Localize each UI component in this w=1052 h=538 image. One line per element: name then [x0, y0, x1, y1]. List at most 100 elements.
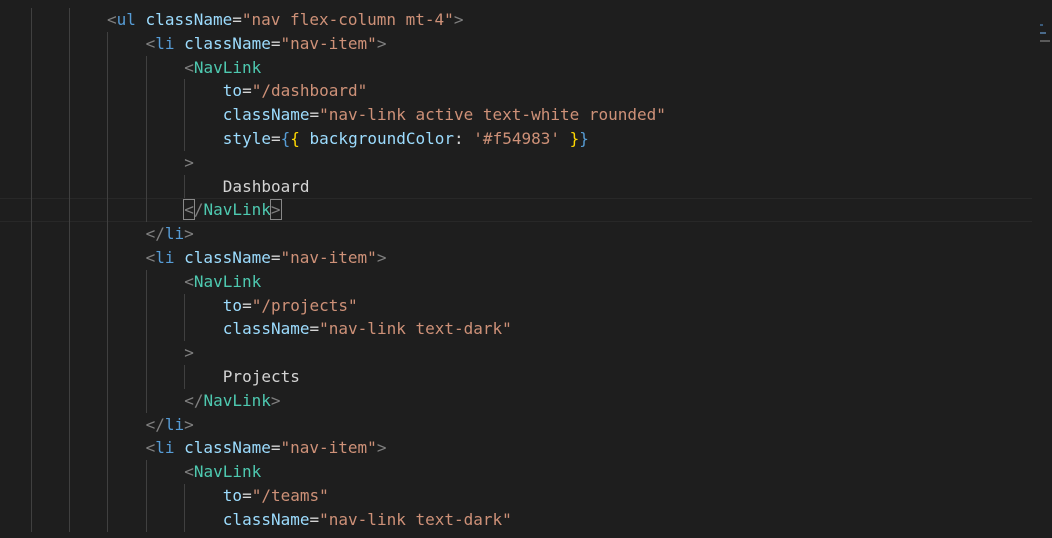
indent-guide: [107, 460, 108, 484]
indent-guide: [69, 341, 70, 365]
indent-guide: [107, 79, 108, 104]
code-line[interactable]: style={{ backgroundColor: '#f54983' }}: [0, 126, 1032, 151]
code-line[interactable]: <NavLink: [0, 269, 1032, 294]
code-line[interactable]: className="nav-link text-dark": [0, 317, 1032, 342]
code-text: Projects: [223, 365, 300, 389]
indent-guide: [107, 55, 108, 80]
code-line[interactable]: <li className="nav-item">: [0, 245, 1032, 270]
indent-guide: [107, 31, 108, 56]
code-line[interactable]: Dashboard: [0, 174, 1032, 199]
code-line[interactable]: to="/dashboard": [0, 79, 1032, 104]
indent-guide: [31, 150, 32, 175]
code-token: '#f54983': [473, 128, 560, 148]
code-token: Projects: [222, 366, 300, 386]
code-line[interactable]: to="/projects": [0, 293, 1032, 318]
code-line[interactable]: </li>: [0, 412, 1032, 437]
code-line[interactable]: className="nav-link active text-white ro…: [0, 103, 1032, 127]
indent-guide: [146, 341, 147, 365]
code-token: =: [232, 10, 242, 29]
code-line[interactable]: <NavLink: [0, 460, 1032, 484]
indent-guide: [146, 293, 147, 318]
code-token: </: [145, 224, 165, 244]
code-token: >: [184, 343, 194, 363]
code-token: =: [242, 295, 252, 315]
indent-guide: [69, 174, 70, 199]
indent-guide: [31, 460, 32, 484]
code-token: className: [222, 319, 310, 339]
code-token: =: [270, 128, 281, 148]
code-line[interactable]: >: [0, 150, 1032, 175]
code-token: className: [184, 247, 271, 267]
code-token: >: [453, 10, 464, 29]
code-line[interactable]: Projects: [0, 364, 1032, 389]
code-editor[interactable]: <ul className="nav flex-column mt-4"> <li…: [0, 0, 1052, 538]
code-token: >: [376, 438, 387, 458]
code-line[interactable]: <li className="nav-item">: [0, 31, 1032, 56]
code-line[interactable]: </NavLink>: [0, 388, 1032, 413]
code-token: li: [155, 438, 175, 458]
indent-guide: [184, 174, 185, 199]
code-token: "nav-link active text-white rounded": [319, 105, 666, 125]
indent-guide: [107, 198, 108, 223]
indent-guide: [69, 507, 70, 532]
code-token: NavLink: [193, 57, 262, 77]
indent-guide: [107, 245, 108, 270]
code-token: >: [376, 247, 387, 267]
indent-guide: [184, 79, 185, 104]
indent-guide: [146, 317, 147, 342]
code-token: "nav-link text-dark": [319, 509, 512, 529]
indent-guide: [146, 55, 147, 80]
code-text: to="/dashboard": [223, 79, 368, 103]
code-text: </NavLink>: [184, 389, 280, 413]
indent-guide: [184, 507, 185, 532]
code-token: to: [222, 295, 243, 315]
code-token: className: [145, 10, 233, 29]
code-token: className: [222, 105, 310, 125]
code-line[interactable]: <li className="nav-item">: [0, 436, 1032, 461]
code-token: className: [222, 509, 310, 529]
code-token: <: [183, 199, 195, 221]
code-line[interactable]: <NavLink: [0, 55, 1032, 80]
code-line[interactable]: to="/teams": [0, 483, 1032, 508]
code-token: "nav-item": [280, 33, 377, 53]
code-line[interactable]: </li>: [0, 222, 1032, 246]
indent-guide: [31, 126, 32, 151]
indent-guide: [31, 388, 32, 413]
code-token: >: [269, 199, 282, 221]
indent-guide: [69, 483, 70, 508]
code-token: </: [184, 390, 204, 410]
overview-ruler[interactable]: [1036, 18, 1050, 48]
ruler-mark: [1040, 40, 1050, 42]
code-line[interactable]: >: [0, 341, 1032, 365]
code-token: >: [376, 33, 387, 53]
indent-guide: [31, 317, 32, 342]
indent-guide: [146, 364, 147, 389]
indent-guide: [69, 31, 70, 56]
indent-guide: [31, 269, 32, 294]
code-token: {: [290, 128, 300, 148]
code-token: </: [145, 414, 165, 434]
code-token: :: [454, 128, 474, 148]
indent-guide: [31, 31, 32, 56]
indent-guide: [69, 222, 70, 246]
code-lines: <ul className="nav flex-column mt-4"> <li…: [0, 8, 1032, 532]
code-line[interactable]: <ul className="nav flex-column mt-4">: [0, 8, 1032, 32]
code-line[interactable]: className="nav-link text-dark": [0, 507, 1032, 532]
indent-guide: [107, 126, 108, 151]
code-token: "/teams": [251, 485, 329, 505]
code-token: ul: [116, 10, 136, 29]
code-line[interactable]: </NavLink>: [0, 198, 1032, 223]
code-token: <: [145, 438, 156, 458]
code-text: className="nav-link text-dark": [223, 317, 512, 341]
code-text: to="/projects": [223, 294, 358, 318]
indent-guide: [31, 483, 32, 508]
code-token: {: [280, 128, 291, 148]
indent-guide: [184, 103, 185, 127]
indent-guide: [107, 364, 108, 389]
code-text: <NavLink: [184, 460, 261, 484]
code-text: <ul className="nav flex-column mt-4">: [107, 8, 463, 32]
